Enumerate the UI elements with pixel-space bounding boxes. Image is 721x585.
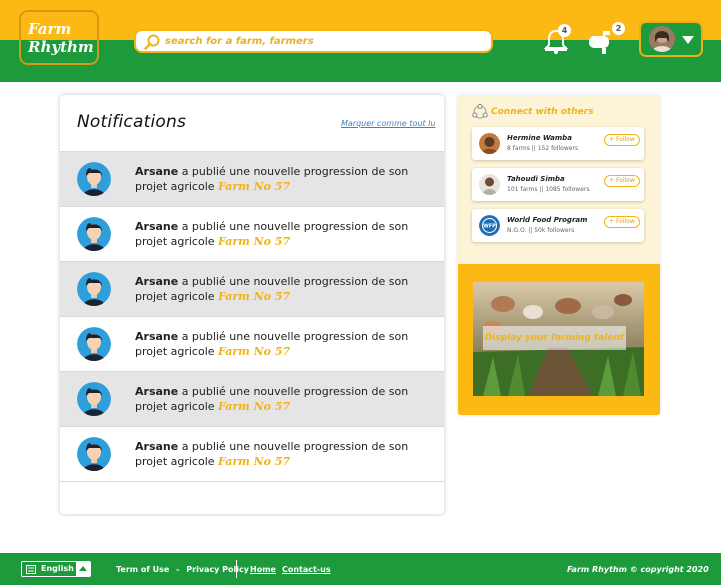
list-end-divider — [60, 481, 444, 482]
user-avatar-icon[interactable] — [77, 162, 111, 196]
page-title: Notifications — [77, 112, 186, 132]
notification-text: Arsane a publié une nouvelle progression… — [135, 384, 425, 414]
suggested-user-name[interactable]: Tahoudi Simba — [507, 175, 565, 183]
suggested-user-card[interactable]: Tahoudi Simba 101 farms || 1085 followers… — [472, 168, 644, 201]
notification-user[interactable]: Arsane — [135, 330, 178, 343]
follow-button[interactable]: + Follow — [604, 216, 640, 228]
farm-link[interactable]: Farm No 57 — [218, 180, 290, 193]
farm-link[interactable]: Farm No 57 — [218, 455, 290, 468]
privacy-link[interactable]: Privacy Policy — [186, 565, 249, 574]
notification-row[interactable]: Arsane a publié une nouvelle progression… — [60, 151, 444, 206]
notifications-panel: Notifications Marquer comme tout lu Arsa… — [60, 95, 444, 514]
copyright-text: Farm Rhythm © copyright 2020 — [567, 565, 709, 574]
connect-panel: Connect with others Hermine Wamba 8 farms… — [458, 95, 660, 415]
notification-text: Arsane a publié une nouvelle progression… — [135, 329, 425, 359]
notification-text: Arsane a publié une nouvelle progression… — [135, 439, 425, 469]
follow-button[interactable]: + Follow — [604, 134, 640, 146]
profile-menu-button[interactable] — [639, 21, 703, 57]
logo-line-1: Farm — [28, 20, 72, 38]
notification-user[interactable]: Arsane — [135, 220, 178, 233]
notification-user[interactable]: Arsane — [135, 440, 178, 453]
footer: English Term of Use - Privacy Policy Hom… — [0, 553, 721, 585]
farm-photo[interactable]: Display your farming talent — [473, 282, 644, 396]
suggested-user-name[interactable]: World Food Program — [507, 216, 587, 224]
mark-all-read-link[interactable]: Marquer comme tout lu — [341, 119, 435, 128]
links-dash: - — [176, 565, 180, 574]
user-avatar — [649, 26, 675, 52]
user-avatar-icon[interactable] — [77, 327, 111, 361]
language-toggle[interactable] — [76, 562, 91, 576]
notification-text: Arsane a publié une nouvelle progression… — [135, 164, 425, 194]
user-avatar-icon[interactable] — [77, 437, 111, 471]
connect-title: Connect with others — [491, 107, 594, 117]
farm-link[interactable]: Farm No 57 — [218, 290, 290, 303]
messages-count-badge: 2 — [612, 22, 625, 35]
brand-logo[interactable]: Farm Rhythm — [19, 10, 99, 65]
talent-cta-label[interactable]: Display your farming talent — [483, 326, 626, 350]
mailbox-icon[interactable] — [588, 30, 616, 54]
flag-icon — [26, 565, 36, 574]
notification-user[interactable]: Arsane — [135, 165, 178, 178]
nav-links: Home Contact-us — [250, 565, 337, 574]
talent-banner: Display your farming talent — [458, 264, 660, 415]
user-avatar-icon[interactable] — [77, 217, 111, 251]
logo-line-2: Rhythm — [28, 38, 94, 56]
suggested-user-avatar[interactable] — [479, 174, 500, 195]
farm-link[interactable]: Farm No 57 — [218, 345, 290, 358]
terms-link[interactable]: Term of Use — [116, 565, 169, 574]
chevron-down-icon — [682, 36, 694, 44]
notification-row[interactable]: Arsane a publié une nouvelle progression… — [60, 316, 444, 371]
farm-link[interactable]: Farm No 57 — [218, 235, 290, 248]
notifications-count-badge: 4 — [558, 24, 571, 37]
header: Farm Rhythm 4 2 — [0, 0, 721, 82]
svg-text:WFP: WFP — [483, 224, 496, 230]
notification-text: Arsane a publié une nouvelle progression… — [135, 219, 425, 249]
footer-divider — [236, 560, 237, 578]
suggested-user-card[interactable]: WFP World Food Program N.G.O. || 50k follo… — [472, 209, 644, 242]
suggested-user-card[interactable]: Hermine Wamba 8 farms || 152 followers + F… — [472, 127, 644, 160]
suggested-user-name[interactable]: Hermine Wamba — [507, 134, 572, 142]
user-avatar-icon[interactable] — [77, 272, 111, 306]
user-avatar-icon[interactable] — [77, 382, 111, 416]
suggested-user-avatar[interactable]: WFP — [479, 215, 500, 236]
notification-row[interactable]: Arsane a publié une nouvelle progression… — [60, 371, 444, 426]
notification-text: Arsane a publié une nouvelle progression… — [135, 274, 425, 304]
notification-user[interactable]: Arsane — [135, 275, 178, 288]
language-label: English — [41, 564, 74, 573]
suggested-user-stats: N.G.O. || 50k followers — [507, 227, 575, 234]
search-icon — [144, 34, 160, 50]
notification-row[interactable]: Arsane a publié une nouvelle progression… — [60, 426, 444, 481]
suggested-user-stats: 101 farms || 1085 followers — [507, 186, 590, 193]
search-bar[interactable] — [134, 29, 493, 53]
suggested-user-stats: 8 farms || 152 followers — [507, 145, 579, 152]
follow-button[interactable]: + Follow — [604, 175, 640, 187]
legal-links: Term of Use - Privacy Policy — [116, 565, 249, 574]
network-icon — [472, 104, 488, 119]
home-link[interactable]: Home — [250, 565, 276, 574]
language-selector[interactable]: English — [21, 561, 91, 577]
notification-row[interactable]: Arsane a publié une nouvelle progression… — [60, 206, 444, 261]
farm-link[interactable]: Farm No 57 — [218, 400, 290, 413]
contact-link[interactable]: Contact-us — [282, 565, 331, 574]
suggested-user-avatar[interactable] — [479, 133, 500, 154]
chevron-up-icon — [79, 566, 87, 571]
notification-row[interactable]: Arsane a publié une nouvelle progression… — [60, 261, 444, 316]
notification-user[interactable]: Arsane — [135, 385, 178, 398]
search-input[interactable] — [165, 33, 485, 50]
